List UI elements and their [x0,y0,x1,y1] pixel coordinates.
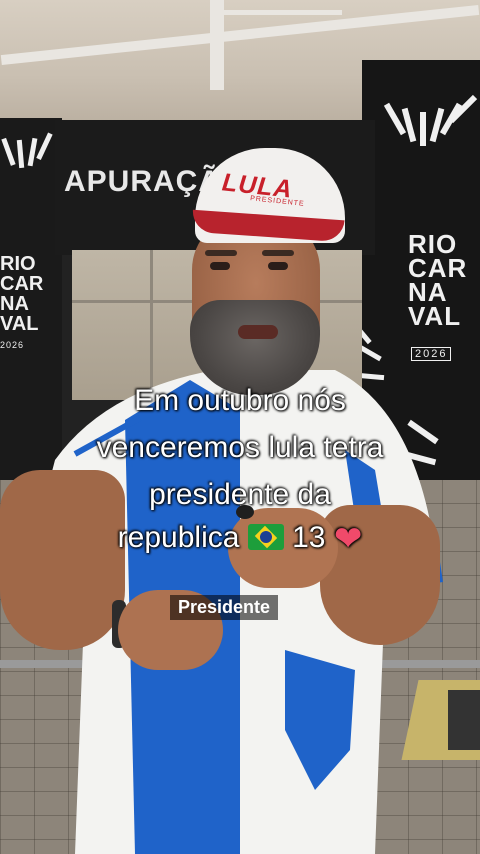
right-eyebrow [262,250,294,256]
left-eye [210,262,230,270]
logo-line: VAL [0,313,39,335]
video-frame: APURAÇÃO 2026 RIO CAR NA VAL 2026 RIO CA… [0,0,480,854]
rio-carnaval-logo-left: RIO CAR NA VAL [0,254,43,334]
mouth [238,325,278,339]
floor-plate-inner [448,690,480,750]
logo-line: CAR [0,273,44,295]
logo-year-left: 2026 [0,340,25,350]
caption-line-4: republica 13 ❤ [0,520,480,557]
caption-line-1: Em outubro nós [134,384,346,417]
caption-line-4-text: republica [117,521,240,554]
logo-line: RIO [0,253,36,275]
caption-line-2: venceremos lula tetra [96,431,384,464]
caption-line-4-number: 13 [292,521,326,554]
heart-icon: ❤ [333,520,363,558]
right-eye [268,262,288,270]
subtitle: Presidente [170,595,279,620]
logo-line: VAL [408,301,462,331]
brazil-flag-icon [247,524,284,550]
ceiling-light [222,10,342,15]
caption-line-3: presidente da [149,478,331,511]
left-eyebrow [205,250,237,256]
rio-carnaval-logo-right: RIO CAR NA VAL [408,231,467,331]
logo-line: NA [0,293,29,315]
decor-rays-top-right [383,94,478,146]
decor-rays-left [1,132,53,169]
